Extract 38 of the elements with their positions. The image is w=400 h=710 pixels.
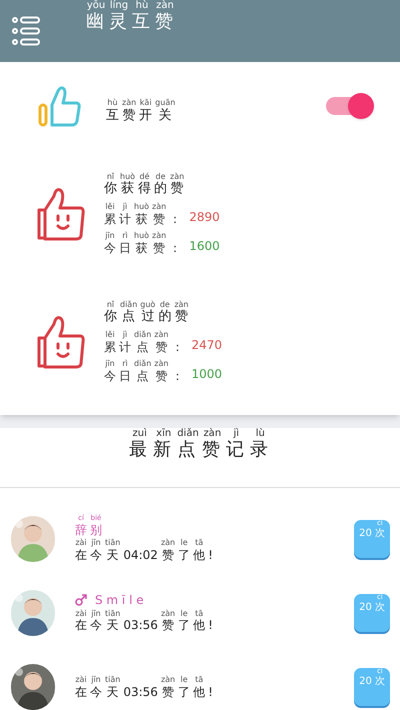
record-text: 在 今 天 04:02 赞 了 他 ! (75, 548, 213, 563)
smiling-thumbs-up-icon (36, 314, 86, 370)
pinyin: zài jīn tiān zàn le tā (75, 539, 204, 548)
app-title: 幽 灵 互 赞 (86, 11, 175, 33)
male-symbol-icon (75, 594, 87, 606)
pinyin: lěi jì diǎn zàn (104, 331, 170, 340)
thumbs-up-icon (38, 85, 82, 127)
pinyin: hù zàn kāi guān (106, 99, 176, 108)
count-label: 20 次 (359, 676, 385, 688)
stats-label: 累 计 获 赞 ： (104, 212, 182, 226)
stats-value: 2890 (189, 209, 220, 226)
pinyin: nǐ huò dé de zàn (106, 172, 184, 181)
stats-label: 今 日 获 赞 ： (104, 240, 182, 256)
count-label: 20 次 (359, 602, 385, 614)
stats-value: 1000 (191, 366, 222, 384)
record-text: 在 今 天 03:56 赞 了 他 ! (75, 685, 213, 700)
smiling-thumbs-up-icon (36, 186, 86, 242)
stats-title: 你 点 过 的 赞 (104, 309, 188, 325)
pinyin: lěi jì huò zàn (104, 203, 168, 212)
pinyin: yōu líng hù zàn (86, 0, 175, 11)
user-name: S m ī l e (95, 593, 144, 608)
pinyin: jīn rì diǎn zàn (104, 360, 170, 369)
pinyin: zuì xīn diǎn zàn jì lù (132, 428, 266, 439)
pinyin: zài jīn tiān zàn le tā (75, 676, 204, 686)
records-title: 最 新 点 赞 记 录 (129, 439, 271, 461)
record-text: 在 今 天 03:56 赞 了 他 ! (75, 618, 213, 633)
toggle-label: 互 赞 开 关 (106, 108, 173, 124)
stats-title: 你 获 得 的 赞 (104, 181, 184, 197)
user-name: 辞 别 (75, 523, 102, 538)
pinyin: jīn rì huò zàn (104, 232, 168, 241)
stats-value: 2470 (191, 337, 222, 354)
menu-icon[interactable] (12, 15, 40, 47)
pinyin: nǐ diǎn guò de zàn (106, 300, 188, 310)
stats-value: 1600 (189, 238, 220, 256)
stats-label: 今 日 点 赞 ： (104, 368, 184, 384)
count-label: 20 次 (359, 528, 385, 540)
stats-label: 累 计 点 赞 ： (104, 340, 184, 354)
pinyin: zài jīn tiān zàn le tā (75, 610, 204, 618)
